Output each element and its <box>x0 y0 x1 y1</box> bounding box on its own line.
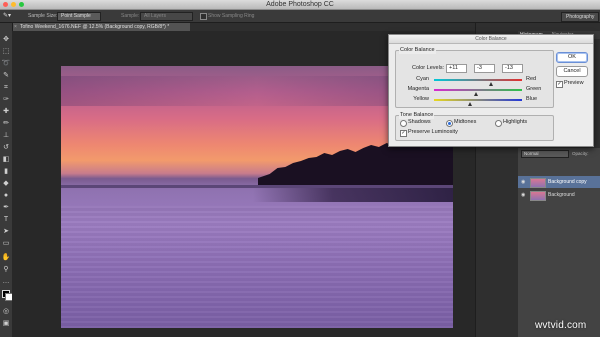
layer-thumbnail <box>530 178 546 188</box>
opacity-label: Opacity: <box>572 151 589 156</box>
shape-tool-icon[interactable]: ▭ <box>1 239 11 249</box>
move-tool-icon[interactable]: ✥ <box>1 35 11 45</box>
document-tab[interactable]: × Tofino Weekend_1676.NEF @ 12.5% (Backg… <box>12 23 190 31</box>
layer-name: Background copy <box>548 179 587 185</box>
quick-select-tool-icon[interactable]: ✎ <box>1 71 11 81</box>
layer-name: Background <box>548 192 575 198</box>
highlights-label: Highlights <box>503 119 528 125</box>
workspace-switcher[interactable]: Photography <box>561 12 600 22</box>
close-tab-icon[interactable]: × <box>14 23 17 31</box>
cyan-red-slider-thumb[interactable] <box>489 82 493 86</box>
zoom-tool-icon[interactable]: ⚲ <box>1 265 11 275</box>
tone-balance-group-title: Tone Balance <box>399 112 435 119</box>
lasso-tool-icon[interactable]: ➰ <box>1 59 11 69</box>
magenta-green-slider-thumb[interactable] <box>474 92 478 96</box>
magenta-green-slider-track[interactable] <box>434 89 522 91</box>
shore-reflection <box>253 188 453 202</box>
show-sampling-ring-checkbox[interactable] <box>200 13 207 20</box>
sample-size-label: Sample Size: <box>28 13 58 19</box>
dodge-tool-icon[interactable]: ● <box>1 191 11 201</box>
yellow-blue-slider-thumb[interactable] <box>468 102 472 106</box>
color-balance-dialog: Color Balance Color Balance Color Levels… <box>388 34 594 147</box>
blend-mode-select[interactable]: Normal <box>521 150 569 158</box>
preview-checkbox[interactable]: ✓ <box>556 81 563 88</box>
slider-yellow-label: Yellow <box>413 96 429 102</box>
visibility-eye-icon[interactable]: ◉ <box>521 176 525 188</box>
midtones-label: Midtones <box>454 119 477 125</box>
shadows-radio[interactable] <box>400 120 407 127</box>
show-sampling-ring-label: Show Sampling Ring <box>208 13 255 19</box>
title-bar: Adobe Photoshop CC <box>0 0 600 10</box>
tone-balance-group: Tone Balance Shadows Midtones Highlights… <box>395 112 554 141</box>
eraser-tool-icon[interactable]: ◧ <box>1 155 11 165</box>
color-balance-group: Color Balance Color Levels: +11 -3 -13 C… <box>395 47 554 108</box>
document-tab-bar: × Tofino Weekend_1676.NEF @ 12.5% (Backg… <box>12 23 475 31</box>
color-level-magenta-green-input[interactable]: -3 <box>474 64 495 73</box>
dialog-title: Color Balance <box>389 35 593 44</box>
extras-icon[interactable]: … <box>1 277 11 287</box>
shadows-label: Shadows <box>408 119 431 125</box>
layer-row-background[interactable]: ◉ Background <box>518 189 600 201</box>
preserve-luminosity-checkbox[interactable]: ✓ <box>400 130 407 137</box>
window-title: Adobe Photoshop CC <box>266 1 334 8</box>
midtones-radio[interactable] <box>446 120 453 127</box>
slider-green-label: Green <box>526 86 542 92</box>
document-tab-label: Tofino Weekend_1676.NEF @ 12.5% (Backgro… <box>20 24 170 30</box>
path-select-icon[interactable]: ➤ <box>1 227 11 237</box>
options-bar: ✎▾ Sample Size: Point Sample Sample: All… <box>0 10 600 23</box>
preserve-luminosity-label: Preserve Luminosity <box>408 129 458 135</box>
sample-size-select[interactable]: Point Sample <box>57 12 101 21</box>
yellow-blue-slider-track[interactable] <box>434 99 522 101</box>
slider-blue-label: Blue <box>526 96 538 102</box>
color-balance-group-title: Color Balance <box>399 47 436 54</box>
sample-select[interactable]: All Layers <box>140 12 193 21</box>
sample-label: Sample: <box>121 13 140 19</box>
slider-magenta-label: Magenta <box>407 86 429 92</box>
ok-button[interactable]: OK <box>556 52 588 63</box>
slider-red-label: Red <box>526 76 537 82</box>
highlights-radio[interactable] <box>495 120 502 127</box>
visibility-eye-icon[interactable]: ◉ <box>521 189 525 201</box>
layers-panel: Normal Opacity: ◉ Background copy ◉ Back… <box>518 148 600 337</box>
crop-tool-icon[interactable]: ⌗ <box>1 83 11 93</box>
cancel-button[interactable]: Cancel <box>556 66 588 77</box>
brush-tool-icon[interactable]: ✏ <box>1 119 11 129</box>
layer-thumbnail <box>530 191 546 201</box>
slider-cyan-label: Cyan <box>416 76 429 82</box>
gradient-tool-icon[interactable]: ▮ <box>1 167 11 177</box>
watermark-text: wvtvid.com <box>535 320 587 331</box>
blur-tool-icon[interactable]: ◆ <box>1 179 11 189</box>
clone-stamp-icon[interactable]: ⊥ <box>1 131 11 141</box>
color-levels-label: Color Levels: <box>412 65 445 71</box>
layer-row-background-copy[interactable]: ◉ Background copy <box>518 176 600 188</box>
history-brush-icon[interactable]: ↺ <box>1 143 11 153</box>
cyan-red-slider-track[interactable] <box>434 79 522 81</box>
quick-mask-icon[interactable]: ◎ <box>1 307 11 317</box>
healing-brush-icon[interactable]: ✚ <box>1 107 11 117</box>
color-level-yellow-blue-input[interactable]: -13 <box>502 64 523 73</box>
water-surface <box>61 206 453 328</box>
eyedropper-tool-icon[interactable]: ✎▾ <box>3 12 11 20</box>
screen-mode-icon[interactable]: ▣ <box>1 319 11 329</box>
color-level-cyan-red-input[interactable]: +11 <box>446 64 467 73</box>
pen-tool-icon[interactable]: ✒ <box>1 203 11 213</box>
eyedropper-icon[interactable]: ✑ <box>1 95 11 105</box>
hand-tool-icon[interactable]: ✋ <box>1 253 11 263</box>
marquee-tool-icon[interactable]: ⬚ <box>1 47 11 57</box>
type-tool-icon[interactable]: T <box>1 215 11 225</box>
preview-label: Preview <box>564 80 584 86</box>
